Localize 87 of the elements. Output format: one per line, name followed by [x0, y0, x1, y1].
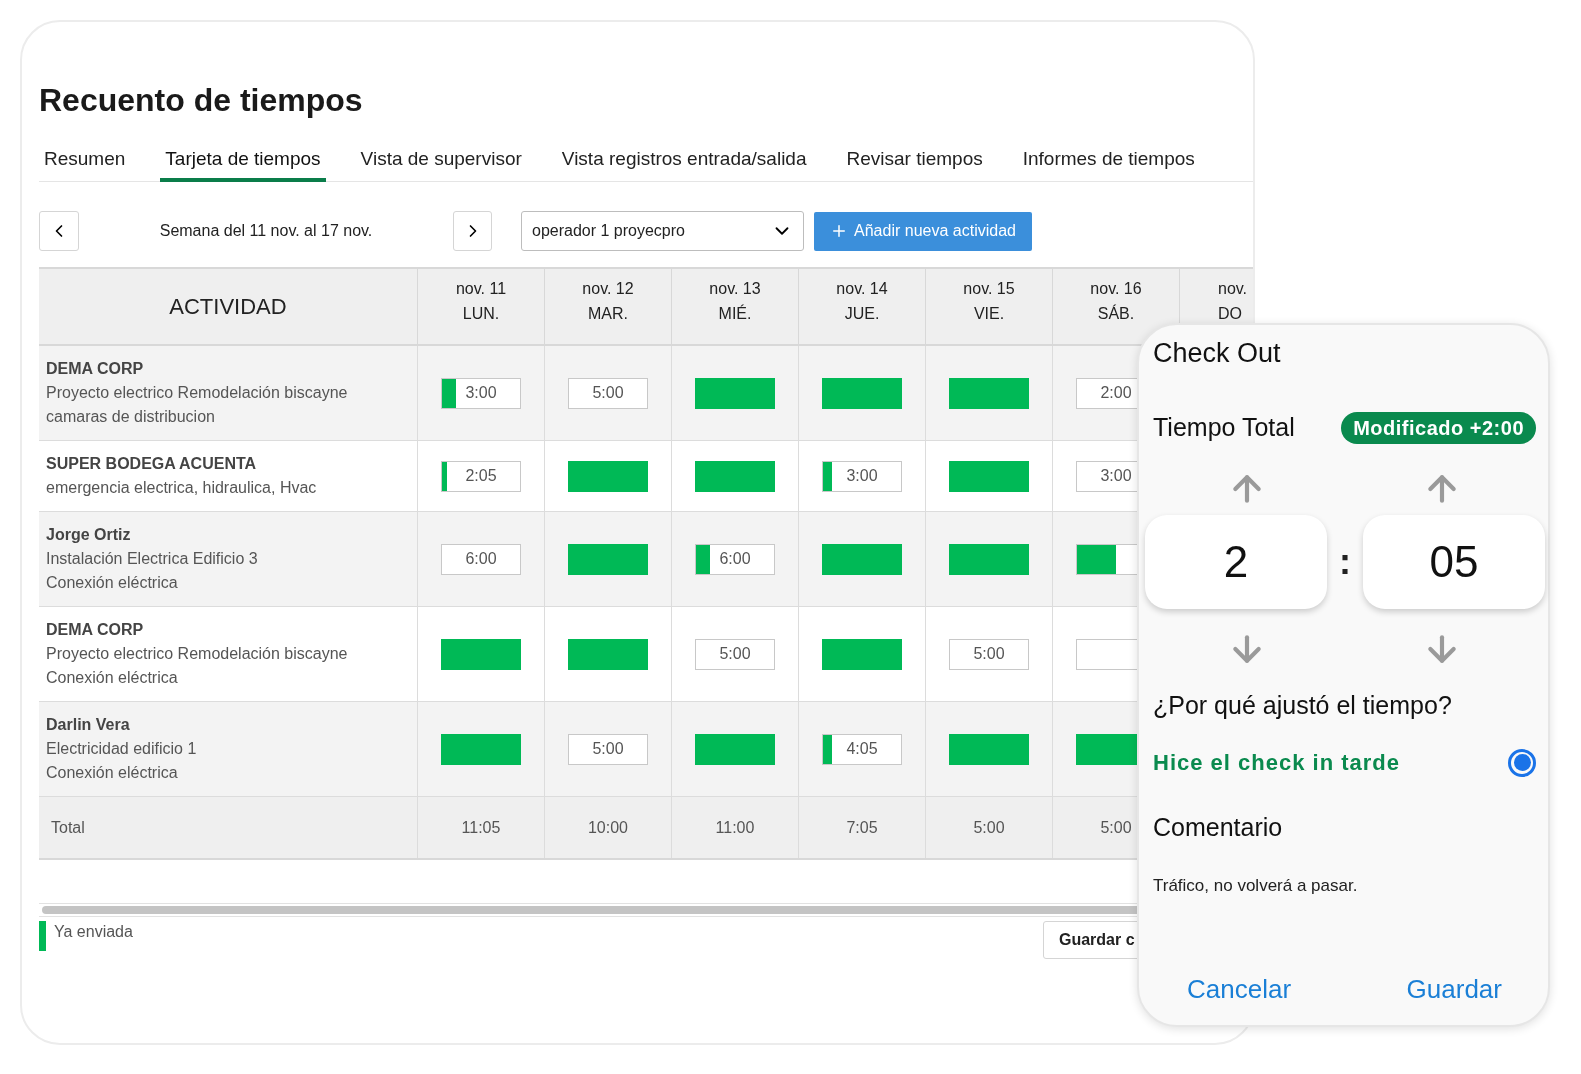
activity-client: DEMA CORP [46, 620, 145, 640]
activity-detail: Conexión eléctrica [46, 763, 179, 783]
submitted-time-block[interactable] [695, 733, 775, 765]
activity-detail: Proyecto electrico Remodelación biscayne [46, 644, 349, 664]
submitted-time-block[interactable] [441, 733, 521, 765]
activity-detail: Electricidad edificio 1 [46, 739, 198, 759]
time-entry-field[interactable]: 5:00 [949, 638, 1029, 670]
page-title: Recuento de tiempos [39, 81, 364, 120]
total-value: 10:00 [587, 817, 628, 838]
column-header: ACTIVIDAD [169, 293, 287, 321]
previous-week-button[interactable] [39, 211, 79, 251]
time-entry-field[interactable]: 5:00 [695, 638, 775, 670]
day-date: nov. [1218, 279, 1248, 299]
tab[interactable]: Informes de tiempos [1017, 140, 1200, 182]
tab[interactable]: Revisar tiempos [841, 140, 988, 182]
time-entry-field[interactable]: 6:00 [695, 543, 775, 575]
day-name: SÁB. [1097, 303, 1135, 324]
submitted-time-block[interactable] [822, 638, 902, 670]
time-entry-field[interactable]: 3:00 [441, 377, 521, 409]
submitted-time-block[interactable] [568, 638, 648, 670]
cancel-button[interactable]: Cancelar [1187, 970, 1292, 1009]
minutes-field[interactable]: 05 [1362, 514, 1545, 609]
total-value: 5:00 [973, 817, 1005, 838]
total-label: Total [51, 817, 85, 838]
tab[interactable]: Resumen [39, 140, 131, 182]
total-value: 11:05 [461, 817, 501, 838]
time-entry-field[interactable]: 6:00 [441, 543, 521, 575]
day-name: LUN. [462, 304, 500, 324]
submitted-time-block[interactable] [568, 460, 648, 492]
tab[interactable]: Tarjeta de tiempos [160, 140, 326, 182]
submitted-time-block[interactable] [441, 638, 521, 670]
activity-client: Jorge Ortiz [46, 525, 132, 545]
activity-detail: camaras de distribucion [46, 407, 216, 427]
radio-button[interactable] [1508, 748, 1536, 777]
submitted-time-block[interactable] [822, 543, 902, 575]
dialog-title: Check Out [1153, 337, 1282, 370]
submitted-time-block[interactable] [949, 460, 1029, 492]
day-date: nov. 13 [709, 279, 761, 299]
submitted-legend-swatch [39, 921, 46, 951]
adjust-reason-question: ¿Por qué ajustó el tiempo? [1153, 689, 1453, 721]
modified-badge: Modificado +2:00 [1341, 411, 1536, 444]
day-name: DO [1218, 304, 1242, 324]
day-date: nov. 15 [963, 279, 1015, 299]
total-time-label: Tiempo Total [1153, 412, 1295, 443]
day-date: nov. 12 [582, 279, 634, 299]
submitted-time-block[interactable] [949, 733, 1029, 765]
day-name: MIÉ. [718, 303, 752, 324]
legend-label: Ya enviada [54, 922, 133, 942]
reason-option-label[interactable]: Hice el check in tarde [1153, 746, 1400, 779]
activity-client: SUPER BODEGA ACUENTA [46, 454, 258, 474]
submitted-time-block[interactable] [568, 543, 648, 575]
total-value: 5:00 [1100, 817, 1132, 838]
day-date: nov. 16 [1090, 279, 1142, 299]
time-entry-field[interactable]: 5:00 [568, 733, 648, 765]
total-value: 7:05 [846, 817, 878, 838]
comment-label: Comentario [1153, 812, 1284, 843]
time-entry-field[interactable]: 2:05 [441, 460, 521, 492]
comment-text: Tráfico, no volverá a pasar. [1153, 874, 1359, 897]
day-date: nov. 14 [836, 279, 888, 299]
time-entry-field[interactable]: 3:00 [822, 460, 902, 492]
total-value: 11:00 [715, 817, 755, 838]
activity-client: Darlin Vera [46, 715, 131, 735]
submitted-time-block[interactable] [949, 543, 1029, 575]
operator-select[interactable]: operador 1 proyecpro [521, 211, 804, 251]
submitted-time-block[interactable] [822, 377, 902, 409]
day-name: JUE. [844, 304, 880, 324]
day-date: nov. 11 [455, 279, 507, 299]
tab[interactable]: Vista registros entrada/salida [556, 140, 812, 182]
activity-detail: emergencia electrica, hidraulica, Hvac [46, 478, 318, 498]
time-separator: : [1338, 539, 1352, 584]
activity-client: DEMA CORP [46, 359, 145, 379]
time-entry-field[interactable]: 4:05 [822, 733, 902, 765]
day-name: MAR. [588, 304, 628, 324]
activity-detail: Conexión eléctrica [46, 573, 179, 593]
week-label: Semana del 11 nov. al 17 nov. [158, 221, 374, 241]
submitted-time-block[interactable] [695, 460, 775, 492]
activity-detail: Instalación Electrica Edificio 3 [46, 549, 259, 569]
activity-detail: Conexión eléctrica [46, 668, 179, 688]
activity-detail: Proyecto electrico Remodelación biscayne [46, 383, 349, 403]
save-dialog-button[interactable]: Guardar [1406, 970, 1502, 1009]
submitted-time-block[interactable] [695, 377, 775, 409]
tab[interactable]: Vista de supervisor [355, 140, 527, 182]
submitted-time-block[interactable] [949, 377, 1029, 409]
hours-field[interactable]: 2 [1145, 514, 1328, 609]
time-entry-field[interactable]: 5:00 [568, 377, 648, 409]
next-week-button[interactable] [453, 211, 492, 251]
day-name: VIE. [973, 304, 1005, 324]
